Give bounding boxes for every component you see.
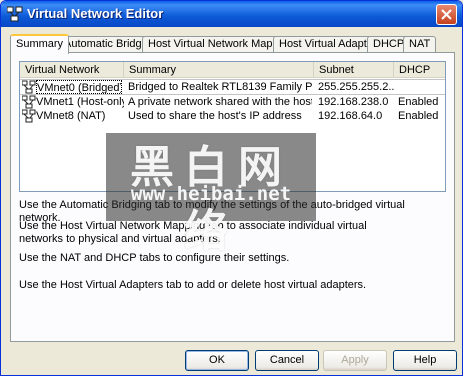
tab-summary[interactable]: Summary xyxy=(10,34,70,54)
summary-panel: Virtual Network Summary Subnet DHCP VMne… xyxy=(10,52,455,342)
virtual-network-list[interactable]: Virtual Network Summary Subnet DHCP VMne… xyxy=(19,61,446,192)
title-bar[interactable]: Virtual Network Editor xyxy=(1,1,462,27)
network-icon xyxy=(22,95,36,109)
list-header: Virtual Network Summary Subnet DHCP xyxy=(20,62,445,78)
cell-summary: A private network shared with the host xyxy=(128,96,312,108)
column-header-virtual-network[interactable]: Virtual Network xyxy=(20,62,124,78)
cell-network: VMnet0 (Bridged) xyxy=(36,80,122,94)
cell-subnet: 192.168.64.0 xyxy=(318,110,383,122)
ok-button[interactable]: OK xyxy=(185,350,249,371)
tab-nat[interactable]: NAT xyxy=(403,36,437,53)
cell-subnet: 255.255.255.2... xyxy=(318,81,394,93)
cell-summary: Used to share the host's IP address xyxy=(128,110,302,122)
cell-network: VMnet8 (NAT) xyxy=(36,110,106,122)
close-icon xyxy=(441,9,452,20)
nat-dhcp-description: Use the NAT and DHCP tabs to configure t… xyxy=(19,252,290,264)
network-icon xyxy=(22,109,36,123)
table-row[interactable]: VMnet1 (Host-only) A private network sha… xyxy=(20,95,445,109)
cell-summary: Bridged to Realtek RTL8139 Family PCI F.… xyxy=(128,81,312,93)
cell-dhcp: Enabled xyxy=(398,110,439,122)
table-row[interactable]: VMnet8 (NAT) Used to share the host's IP… xyxy=(20,109,445,123)
cell-network: VMnet1 (Host-only) xyxy=(36,96,124,108)
virtual-network-editor-window: Virtual Network Editor Summary Automatic… xyxy=(0,0,463,376)
adapters-description: Use the Host Virtual Adapters tab to add… xyxy=(19,279,367,291)
column-header-dhcp[interactable]: DHCP xyxy=(394,62,445,78)
apply-button[interactable]: Apply xyxy=(323,350,387,371)
close-button[interactable] xyxy=(436,4,457,25)
column-header-subnet[interactable]: Subnet xyxy=(314,62,394,78)
help-button[interactable]: Help xyxy=(393,350,457,371)
cell-dhcp: Enabled xyxy=(398,96,439,108)
mapping-description: Use the Host Virtual Network Mapping tab… xyxy=(19,220,367,245)
cell-subnet: 192.168.238.0 xyxy=(318,96,389,108)
cell-dhcp xyxy=(398,80,445,94)
cancel-button[interactable]: Cancel xyxy=(255,350,319,371)
window-title: Virtual Network Editor xyxy=(27,6,164,21)
table-row[interactable]: VMnet0 (Bridged) Bridged to Realtek RTL8… xyxy=(20,79,445,95)
network-editor-icon xyxy=(7,6,23,22)
column-header-summary[interactable]: Summary xyxy=(124,62,314,78)
network-icon xyxy=(22,80,36,94)
